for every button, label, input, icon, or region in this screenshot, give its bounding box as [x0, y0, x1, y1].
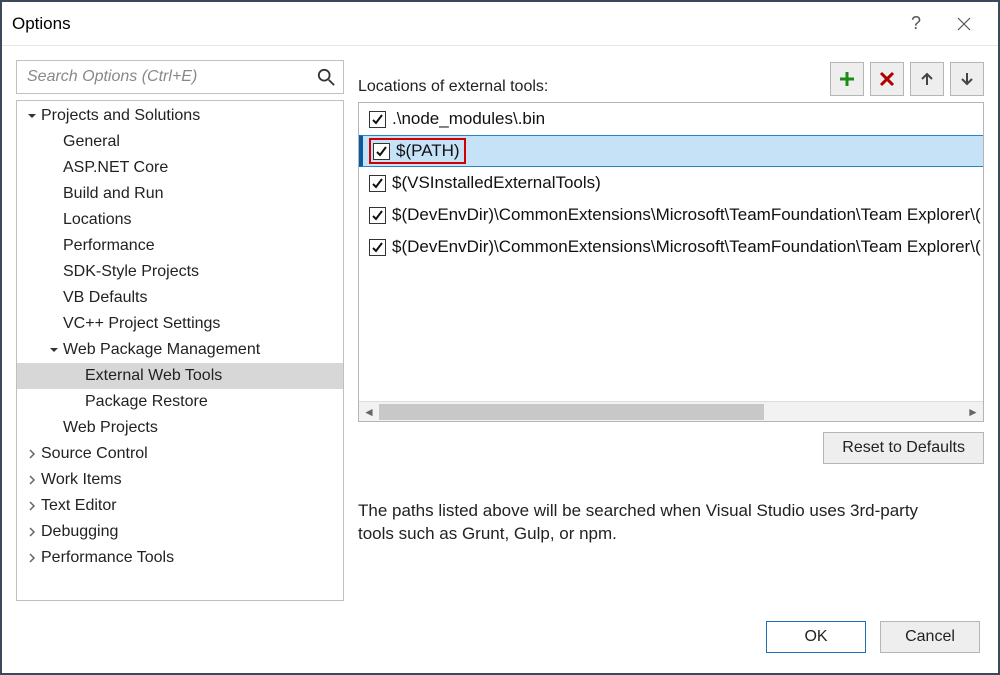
- tree-spacer: [47, 187, 61, 201]
- checkbox[interactable]: [369, 207, 386, 224]
- tree-item[interactable]: External Web Tools: [17, 363, 343, 389]
- location-text: $(DevEnvDir)\CommonExtensions\Microsoft\…: [392, 205, 981, 225]
- move-up-button[interactable]: [910, 62, 944, 96]
- tree-item[interactable]: Source Control: [17, 441, 343, 467]
- tree-item-label: Web Package Management: [63, 341, 260, 359]
- reset-to-defaults-button[interactable]: Reset to Defaults: [823, 432, 984, 464]
- description-text: The paths listed above will be searched …: [358, 500, 958, 546]
- help-button[interactable]: ?: [892, 3, 940, 45]
- tree-item[interactable]: Text Editor: [17, 493, 343, 519]
- location-row[interactable]: $(PATH): [359, 135, 983, 167]
- tree-item[interactable]: Projects and Solutions: [17, 103, 343, 129]
- tree-spacer: [47, 239, 61, 253]
- tree-item-label: External Web Tools: [85, 367, 222, 385]
- dialog-footer: OK Cancel: [2, 601, 998, 673]
- chevron-right-icon: [25, 525, 39, 539]
- ok-button[interactable]: OK: [766, 621, 866, 653]
- location-row[interactable]: $(DevEnvDir)\CommonExtensions\Microsoft\…: [359, 199, 983, 231]
- add-button[interactable]: [830, 62, 864, 96]
- tree-item-label: VC++ Project Settings: [63, 315, 220, 333]
- location-text: $(VSInstalledExternalTools): [392, 173, 601, 193]
- chevron-right-icon: [25, 499, 39, 513]
- tree-item[interactable]: SDK-Style Projects: [17, 259, 343, 285]
- tree-spacer: [47, 161, 61, 175]
- location-row[interactable]: $(VSInstalledExternalTools): [359, 167, 983, 199]
- tree-item-label: Web Projects: [63, 419, 158, 437]
- tree-spacer: [47, 421, 61, 435]
- chevron-down-icon: [25, 109, 39, 123]
- tree-spacer: [47, 317, 61, 331]
- tree-item[interactable]: Web Package Management: [17, 337, 343, 363]
- tree-item-label: SDK-Style Projects: [63, 263, 199, 281]
- tree-item[interactable]: Web Projects: [17, 415, 343, 441]
- tree-item[interactable]: ASP.NET Core: [17, 155, 343, 181]
- tree-item[interactable]: Locations: [17, 207, 343, 233]
- tree-item-label: Performance Tools: [41, 549, 174, 567]
- tree-item[interactable]: General: [17, 129, 343, 155]
- tree-item[interactable]: VC++ Project Settings: [17, 311, 343, 337]
- checkbox[interactable]: [369, 111, 386, 128]
- tree-item-label: Text Editor: [41, 497, 117, 515]
- window-title: Options: [12, 14, 71, 34]
- tree-item-label: VB Defaults: [63, 289, 147, 307]
- arrow-down-icon: [959, 71, 975, 87]
- tree-item[interactable]: Debugging: [17, 519, 343, 545]
- plus-icon: [839, 71, 855, 87]
- scroll-right-icon[interactable]: ►: [963, 402, 983, 422]
- chevron-right-icon: [25, 551, 39, 565]
- tree-spacer: [69, 395, 83, 409]
- search-icon: [317, 68, 335, 86]
- tree-item-label: Source Control: [41, 445, 148, 463]
- tree-item-label: Build and Run: [63, 185, 164, 203]
- tree-spacer: [47, 135, 61, 149]
- remove-button[interactable]: [870, 62, 904, 96]
- horizontal-scrollbar[interactable]: ◄ ►: [359, 401, 983, 421]
- tree-item[interactable]: Performance Tools: [17, 545, 343, 571]
- locations-heading: Locations of external tools:: [358, 78, 548, 96]
- checkbox[interactable]: [369, 175, 386, 192]
- tree-item[interactable]: Work Items: [17, 467, 343, 493]
- checkbox[interactable]: [373, 143, 390, 160]
- location-row[interactable]: .\node_modules\.bin: [359, 103, 983, 135]
- scroll-left-icon[interactable]: ◄: [359, 402, 379, 422]
- tree-item-label: General: [63, 133, 120, 151]
- tree-spacer: [47, 265, 61, 279]
- highlighted-path: $(PATH): [369, 138, 466, 164]
- checkbox[interactable]: [369, 239, 386, 256]
- tree-item-label: Projects and Solutions: [41, 107, 200, 125]
- locations-list[interactable]: .\node_modules\.bin $(PATH) $(VSInstalledE…: [358, 102, 984, 422]
- tree-item-label: Debugging: [41, 523, 118, 541]
- cancel-button[interactable]: Cancel: [880, 621, 980, 653]
- options-dialog: Options ? Projects and Solutions General A…: [0, 0, 1000, 675]
- location-text: $(PATH): [396, 141, 460, 161]
- location-row[interactable]: $(DevEnvDir)\CommonExtensions\Microsoft\…: [359, 231, 983, 263]
- tree-item-label: Package Restore: [85, 393, 208, 411]
- tree-item[interactable]: Package Restore: [17, 389, 343, 415]
- location-text: $(DevEnvDir)\CommonExtensions\Microsoft\…: [392, 237, 981, 257]
- tree-item-label: ASP.NET Core: [63, 159, 168, 177]
- tree-item[interactable]: VB Defaults: [17, 285, 343, 311]
- x-icon: [879, 71, 895, 87]
- titlebar: Options ?: [2, 2, 998, 46]
- chevron-down-icon: [47, 343, 61, 357]
- options-tree[interactable]: Projects and Solutions General ASP.NET Cor…: [17, 101, 343, 600]
- move-down-button[interactable]: [950, 62, 984, 96]
- search-box[interactable]: [16, 60, 344, 94]
- chevron-right-icon: [25, 447, 39, 461]
- tree-item-label: Performance: [63, 237, 155, 255]
- chevron-right-icon: [25, 473, 39, 487]
- location-text: .\node_modules\.bin: [392, 109, 545, 129]
- tree-spacer: [47, 213, 61, 227]
- tree-item-label: Work Items: [41, 471, 122, 489]
- tree-item[interactable]: Build and Run: [17, 181, 343, 207]
- tree-spacer: [69, 369, 83, 383]
- close-button[interactable]: [940, 3, 988, 45]
- tree-item-label: Locations: [63, 211, 132, 229]
- arrow-up-icon: [919, 71, 935, 87]
- tree-item[interactable]: Performance: [17, 233, 343, 259]
- close-icon: [957, 17, 971, 31]
- search-input[interactable]: [25, 67, 317, 87]
- tree-spacer: [47, 291, 61, 305]
